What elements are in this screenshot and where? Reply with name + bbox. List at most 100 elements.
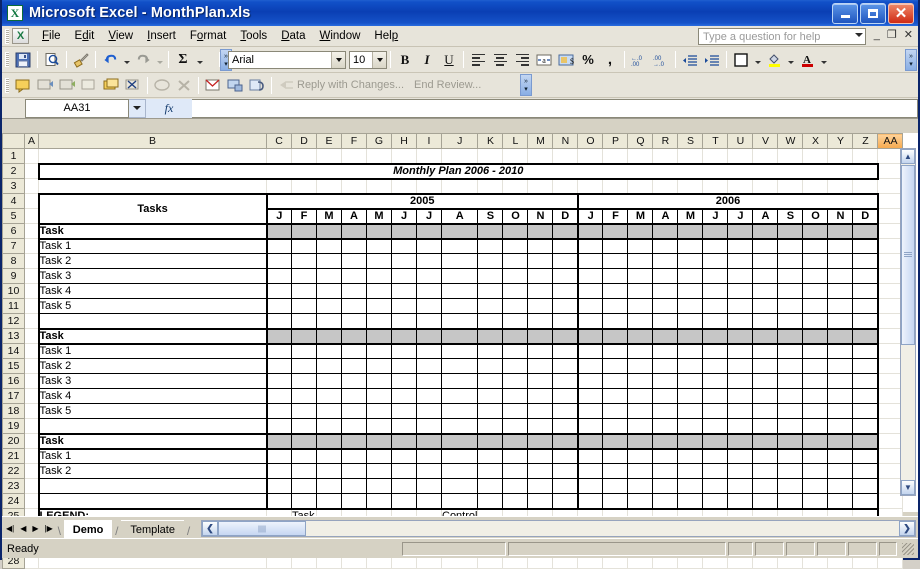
month-header-2005-6[interactable]: J: [391, 208, 417, 225]
group-band-2-0-2006-11[interactable]: [827, 327, 854, 345]
gantt-cell-2-4-2006-10[interactable]: [802, 388, 829, 404]
task-label-3-1[interactable]: Task 1: [37, 448, 268, 464]
cell-a[interactable]: [24, 343, 39, 359]
gantt-cell-3-2-2005-10[interactable]: [502, 463, 529, 479]
cell-m1[interactable]: [527, 148, 554, 164]
cell-q23[interactable]: [627, 478, 654, 494]
cell-r12[interactable]: [652, 313, 679, 329]
group-band-3-0-2005-3[interactable]: [316, 432, 342, 450]
gantt-cell-1-4-2005-12[interactable]: [552, 283, 579, 299]
column-header-c[interactable]: C: [266, 133, 292, 149]
mdi-close-button[interactable]: ✕: [904, 29, 913, 41]
group-band-1-0-2006-7[interactable]: [727, 222, 754, 240]
group-band-2-0-2006-5[interactable]: [677, 327, 704, 345]
cell-u24[interactable]: [727, 493, 754, 509]
gantt-cell-1-5-2005-12[interactable]: [552, 298, 579, 314]
group-band-3-0-2006-7[interactable]: [727, 432, 754, 450]
gantt-cell-1-5-2006-12[interactable]: [852, 298, 879, 314]
gantt-cell-1-4-2006-5[interactable]: [677, 283, 704, 299]
cell-a[interactable]: [24, 208, 39, 224]
row-header-2[interactable]: 2: [2, 163, 25, 179]
gantt-cell-1-2-2006-1[interactable]: [576, 253, 604, 269]
horizontal-scrollbar[interactable]: ❮ ❯: [200, 520, 916, 537]
cell-u23[interactable]: [727, 478, 754, 494]
sheet-row-18[interactable]: 18 Task 5: [2, 403, 904, 419]
cell-x24[interactable]: [802, 493, 829, 509]
cell-x12[interactable]: [802, 313, 829, 329]
gantt-cell-2-3-2006-7[interactable]: [727, 373, 754, 389]
cell-p19[interactable]: [602, 418, 629, 434]
cell-a[interactable]: [24, 388, 39, 404]
gantt-cell-1-2-2005-12[interactable]: [552, 253, 579, 269]
gantt-cell-1-2-2005-2[interactable]: [291, 253, 317, 269]
row-header-18[interactable]: 18: [2, 403, 25, 419]
cell-f12[interactable]: [341, 313, 367, 329]
cell-a[interactable]: [24, 238, 39, 254]
gantt-cell-1-1-2006-6[interactable]: [702, 238, 729, 254]
gantt-cell-2-3-2005-12[interactable]: [552, 373, 579, 389]
gantt-cell-1-5-2005-5[interactable]: [366, 298, 392, 314]
gantt-cell-1-5-2006-6[interactable]: [702, 298, 729, 314]
column-header-b[interactable]: B: [38, 133, 267, 149]
gantt-cell-2-5-2005-5[interactable]: [366, 403, 392, 419]
cell-b23[interactable]: [37, 478, 268, 494]
cell-y12[interactable]: [827, 313, 854, 329]
gantt-cell-2-3-2005-2[interactable]: [291, 373, 317, 389]
gantt-cell-2-2-2006-9[interactable]: [777, 358, 804, 374]
gantt-cell-1-4-2005-7[interactable]: [416, 283, 442, 299]
next-comment-icon[interactable]: [56, 75, 78, 96]
gantt-cell-2-1-2006-2[interactable]: [602, 343, 629, 359]
format-painter-icon[interactable]: [70, 49, 92, 70]
sheet-row-3[interactable]: 3: [2, 178, 904, 194]
gantt-cell-2-3-2006-5[interactable]: [677, 373, 704, 389]
sheet-row-13[interactable]: 13 Task: [2, 327, 904, 345]
gantt-cell-1-5-2006-10[interactable]: [802, 298, 829, 314]
cell-i12[interactable]: [416, 313, 442, 329]
cell-q24[interactable]: [627, 493, 654, 509]
group-band-2-0-2005-6[interactable]: [391, 327, 417, 345]
gantt-cell-2-5-2005-11[interactable]: [527, 403, 554, 419]
cell-b12[interactable]: [37, 313, 268, 329]
task-group-header-1[interactable]: Task: [37, 222, 268, 240]
track-changes-icon[interactable]: [151, 75, 173, 96]
font-size-dropdown-icon[interactable]: [372, 51, 386, 68]
autosum-dropdown-icon[interactable]: [194, 49, 205, 70]
month-header-2005-2[interactable]: F: [291, 208, 317, 225]
task-label-1-5[interactable]: Task 5: [37, 298, 268, 314]
column-header-v[interactable]: V: [752, 133, 779, 149]
gantt-cell-1-2-2006-7[interactable]: [727, 253, 754, 269]
sheet-tab-template[interactable]: Template: [121, 520, 184, 538]
cell-z23[interactable]: [852, 478, 879, 494]
cell-y1[interactable]: [827, 148, 854, 164]
group-band-1-0-2006-6[interactable]: [702, 222, 729, 240]
group-band-3-0-2006-10[interactable]: [802, 432, 829, 450]
gantt-cell-1-4-2006-10[interactable]: [802, 283, 829, 299]
decrease-indent-icon[interactable]: [679, 49, 701, 70]
gantt-cell-3-2-2005-6[interactable]: [391, 463, 417, 479]
group-band-3-0-2006-3[interactable]: [627, 432, 654, 450]
gantt-cell-2-2-2005-9[interactable]: [477, 358, 504, 374]
gantt-cell-2-2-2005-2[interactable]: [291, 358, 317, 374]
task-label-2-3[interactable]: Task 3: [37, 373, 268, 389]
gantt-cell-2-5-2005-3[interactable]: [316, 403, 342, 419]
gantt-cell-1-3-2006-1[interactable]: [576, 268, 604, 284]
group-band-2-0-2006-10[interactable]: [802, 327, 829, 345]
gantt-cell-1-2-2006-12[interactable]: [852, 253, 879, 269]
column-header-x[interactable]: X: [802, 133, 829, 149]
gantt-cell-1-4-2006-8[interactable]: [752, 283, 779, 299]
gantt-cell-3-2-2006-4[interactable]: [652, 463, 679, 479]
gantt-cell-2-1-2005-1[interactable]: [265, 343, 292, 359]
gantt-cell-1-5-2006-3[interactable]: [627, 298, 654, 314]
row-header-5[interactable]: 5: [2, 208, 25, 224]
cell-w24[interactable]: [777, 493, 804, 509]
cell-i1[interactable]: [416, 148, 442, 164]
cell-c3[interactable]: [266, 178, 292, 194]
cell-a3[interactable]: [24, 178, 39, 194]
month-header-2005-4[interactable]: A: [341, 208, 367, 225]
gantt-cell-1-1-2005-7[interactable]: [416, 238, 442, 254]
cell-l3[interactable]: [502, 178, 529, 194]
reply-with-changes-label[interactable]: Reply with Changes...: [297, 79, 404, 91]
font-size-select[interactable]: 10: [349, 50, 387, 69]
cell-l24[interactable]: [502, 493, 529, 509]
gantt-cell-1-1-2006-2[interactable]: [602, 238, 629, 254]
